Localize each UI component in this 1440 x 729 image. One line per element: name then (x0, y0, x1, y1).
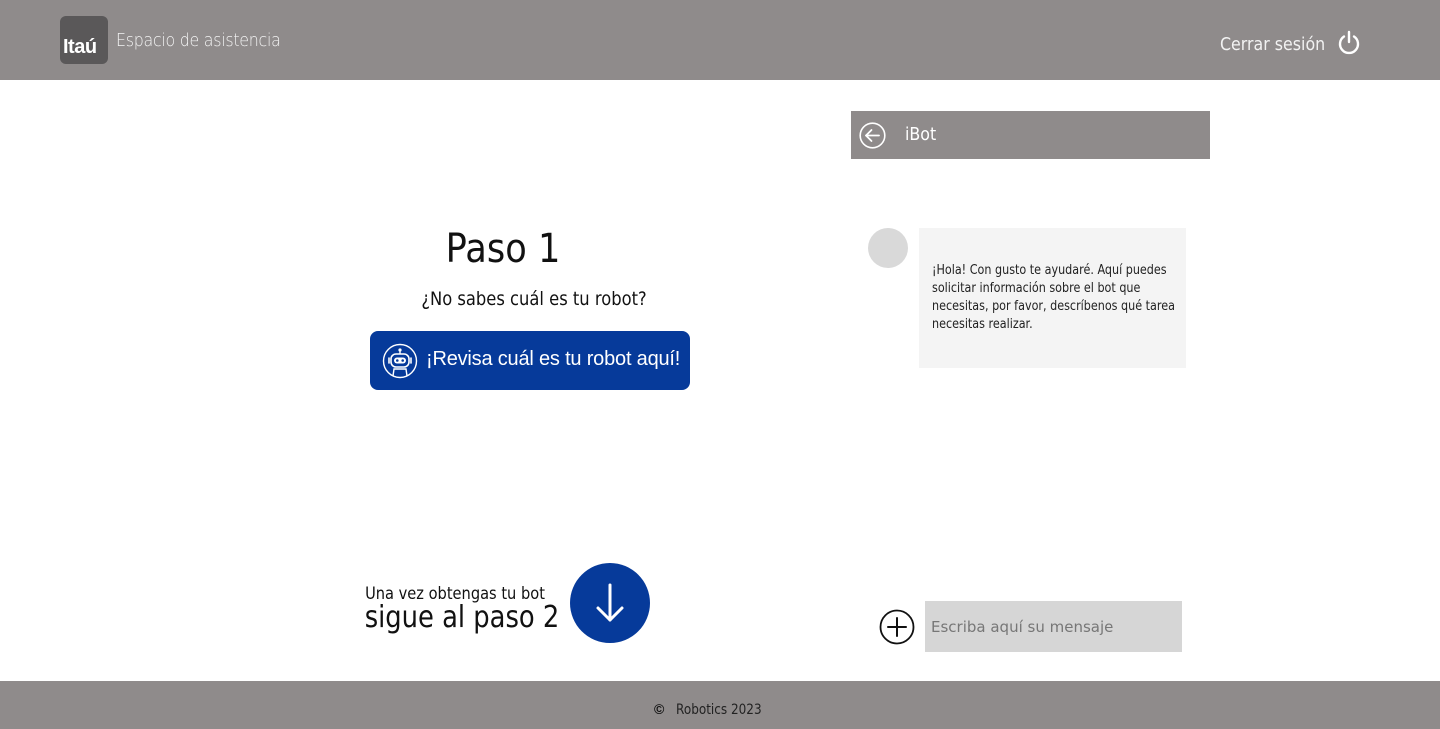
go-to-step-2-button[interactable] (570, 563, 650, 643)
arrow-down-icon (596, 583, 624, 622)
plus-circle-icon[interactable] (879, 609, 915, 645)
step-title: Paso 1 (445, 226, 561, 272)
bot-message-text: ¡Hola! Con gusto te ayudaré. Aquí puedes… (932, 262, 1176, 334)
arrow-left-circle-icon[interactable] (859, 122, 886, 149)
check-robot-button-label: ¡Revisa cuál es tu robot aquí! (426, 348, 681, 370)
app-title: Espacio de asistencia (116, 30, 281, 51)
message-input[interactable] (925, 601, 1182, 652)
robot-question: ¿No sabes cuál es tu robot? (421, 288, 647, 310)
chat-header: iBot (851, 111, 1210, 159)
chat-title: iBot (905, 124, 937, 145)
bot-avatar (868, 228, 908, 268)
copyright-icon: © (654, 701, 665, 717)
power-icon[interactable] (1336, 30, 1362, 56)
footer-text: Robotics 2023 (676, 702, 762, 718)
logout-link[interactable]: Cerrar sesión (1220, 34, 1325, 55)
next-step-title: sigue al paso 2 (364, 600, 560, 635)
bot-message-bubble: ¡Hola! Con gusto te ayudaré. Aquí puedes… (919, 228, 1186, 368)
check-robot-button[interactable]: ¡Revisa cuál es tu robot aquí! (370, 331, 690, 390)
logo-text: Itaú (63, 36, 97, 58)
top-header: Itaú Espacio de asistencia Cerrar sesión (0, 0, 1440, 80)
itau-logo[interactable]: Itaú (60, 16, 108, 64)
bot-message-content: ¡Hola! Con gusto te ayudaré. Aquí puedes… (932, 263, 1175, 332)
robot-icon (382, 343, 418, 379)
footer: © Robotics 2023 (0, 681, 1440, 729)
